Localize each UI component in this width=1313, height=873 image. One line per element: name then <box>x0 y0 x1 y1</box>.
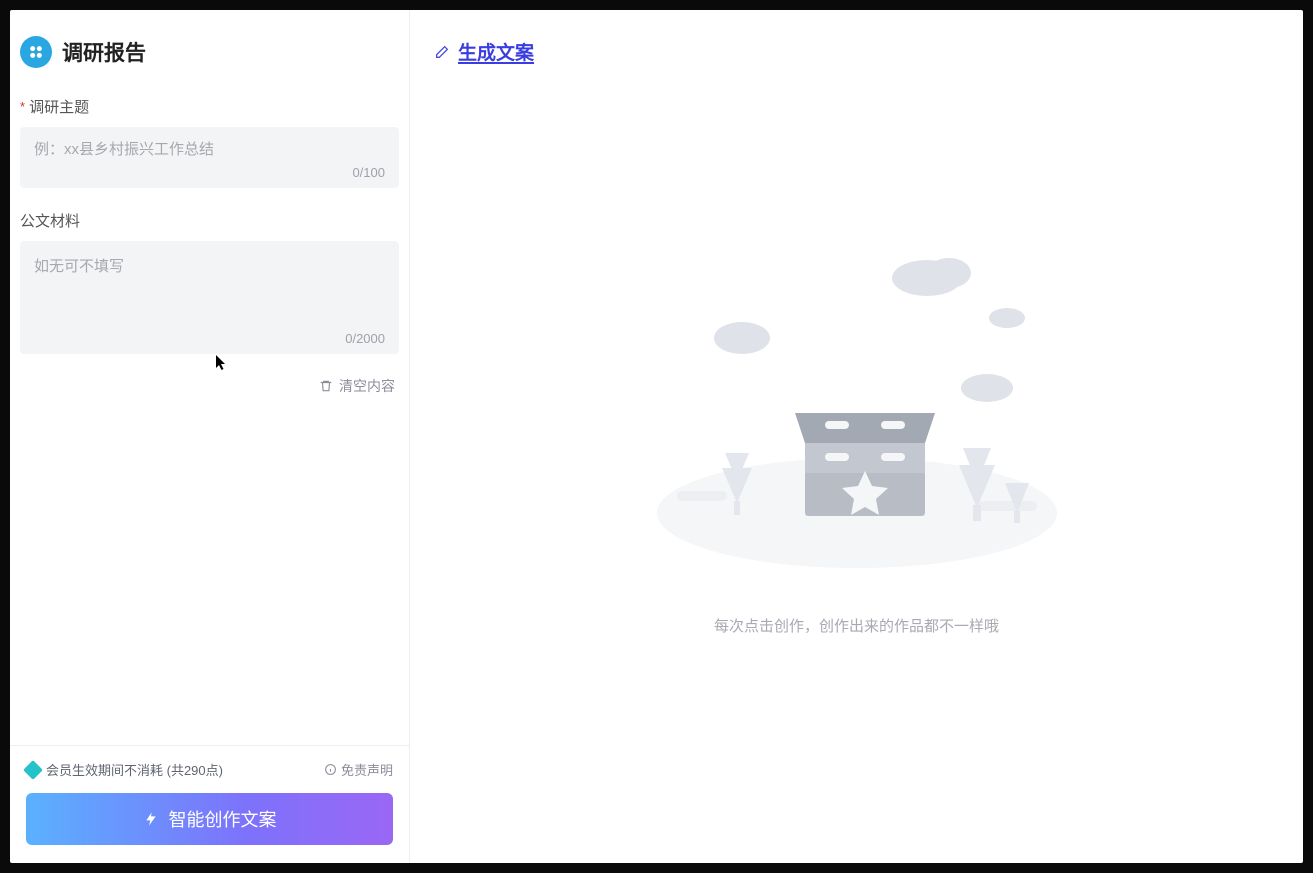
edit-icon <box>434 44 450 60</box>
points-text: 会员生效期间不消耗 (共290点) <box>46 760 223 779</box>
create-button-label: 智能创作文案 <box>169 806 277 832</box>
sidebar-footer: 会员生效期间不消耗 (共290点) 免责声明 智能创作文案 <box>10 745 409 863</box>
topic-label: * 调研主题 <box>20 96 399 117</box>
topic-label-text: 调研主题 <box>29 96 89 117</box>
main-body: 每次点击创作，创作出来的作品都不一样哦 <box>410 75 1303 863</box>
material-char-count: 0/2000 <box>34 331 385 346</box>
right-panel: 生成文案 <box>410 10 1303 863</box>
main-header-title[interactable]: 生成文案 <box>458 38 534 65</box>
material-label-text: 公文材料 <box>20 210 80 231</box>
empty-state-illustration <box>647 243 1067 573</box>
required-star-icon: * <box>20 99 25 114</box>
material-label: 公文材料 <box>20 210 399 231</box>
diamond-icon <box>23 760 43 780</box>
material-textarea[interactable] <box>34 255 385 306</box>
topic-char-count: 0/100 <box>34 165 385 180</box>
trash-icon <box>319 379 333 393</box>
clear-content-button[interactable]: 清空内容 <box>20 376 399 396</box>
sidebar-title: 调研报告 <box>62 37 146 67</box>
points-info: 会员生效期间不消耗 (共290点) <box>26 760 223 779</box>
app-logo-icon <box>20 36 52 68</box>
disclaimer-link[interactable]: 免责声明 <box>324 760 393 779</box>
sidebar-header: 调研报告 <box>10 10 409 78</box>
lightning-icon <box>143 809 159 829</box>
disclaimer-text: 免责声明 <box>341 760 393 779</box>
empty-state-text: 每次点击创作，创作出来的作品都不一样哦 <box>714 615 999 636</box>
create-button[interactable]: 智能创作文案 <box>26 793 393 845</box>
topic-input-wrap: 0/100 <box>20 127 399 188</box>
info-icon <box>324 763 337 776</box>
material-input-wrap: 0/2000 <box>20 241 399 354</box>
left-panel: 调研报告 * 调研主题 0/100 公文材料 0/2000 <box>10 10 410 863</box>
app-frame: 调研报告 * 调研主题 0/100 公文材料 0/2000 <box>10 10 1303 863</box>
clear-content-label: 清空内容 <box>339 376 395 396</box>
sidebar-body: * 调研主题 0/100 公文材料 0/2000 清空内容 <box>10 78 409 745</box>
footer-info-row: 会员生效期间不消耗 (共290点) 免责声明 <box>26 760 393 779</box>
topic-input[interactable] <box>34 141 385 158</box>
main-header: 生成文案 <box>410 10 1303 75</box>
